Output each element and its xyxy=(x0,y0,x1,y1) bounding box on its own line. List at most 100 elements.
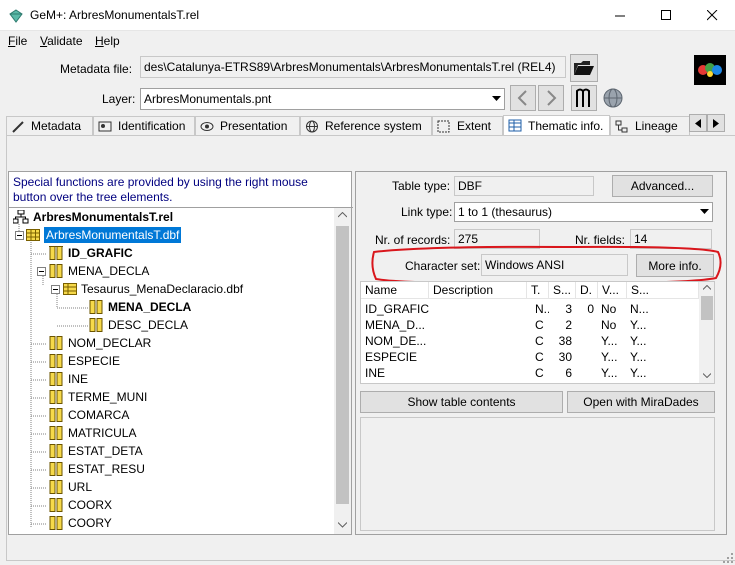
field-icon xyxy=(49,498,63,512)
grid-cell[interactable]: N... xyxy=(630,301,690,317)
tree-field[interactable]: COMARCA xyxy=(49,406,129,424)
grid-cell[interactable]: 0 xyxy=(576,301,594,317)
grid-cell[interactable]: NOM_DE... xyxy=(365,333,429,349)
tab-metadata[interactable]: Metadata xyxy=(6,116,93,135)
grid-cell[interactable] xyxy=(576,365,594,381)
tab-extent[interactable]: Extent xyxy=(432,116,503,135)
tab-scroll-right[interactable] xyxy=(707,114,725,132)
grid-cell[interactable]: Y... xyxy=(630,349,690,365)
grid-cell[interactable] xyxy=(576,333,594,349)
grid-col-decimals[interactable]: D. xyxy=(576,282,598,299)
tree-field[interactable]: NOM_DECLAR xyxy=(49,334,151,352)
globe-grid-icon xyxy=(306,120,318,132)
grid-cell[interactable]: Y... xyxy=(601,333,627,349)
grid-cell[interactable]: 6 xyxy=(549,365,572,381)
show-table-contents-button[interactable]: Show table contents xyxy=(360,391,563,413)
tree-dbf-label: ArbresMonumentalsT.dbf xyxy=(44,227,182,243)
tree-field[interactable]: ESPECIE xyxy=(49,352,120,370)
tab-presentation[interactable]: Presentation xyxy=(195,116,300,135)
advanced-button[interactable]: Advanced... xyxy=(612,175,713,197)
metadata-m-button[interactable] xyxy=(571,85,597,111)
menu-help[interactable]: Help xyxy=(95,34,120,48)
open-file-button[interactable] xyxy=(570,54,598,82)
field-icon xyxy=(49,264,63,278)
lineage-icon xyxy=(615,120,628,132)
tree-thesaurus-node[interactable]: Tesaurus_MenaDeclaracio.dbf xyxy=(51,280,243,298)
next-button[interactable] xyxy=(538,85,564,111)
tab-reference-system[interactable]: Reference system xyxy=(300,116,432,135)
tree-field[interactable]: DESC_DECLA xyxy=(89,316,188,334)
tree-field[interactable]: MENA_DECLA xyxy=(89,298,191,316)
menu-validate[interactable]: Validate xyxy=(40,34,83,48)
tree-field[interactable]: URL xyxy=(49,478,92,496)
grid-cell[interactable] xyxy=(576,317,594,333)
tree-root[interactable]: ArbresMonumentalsT.rel xyxy=(13,208,173,226)
grid-cell[interactable]: Y... xyxy=(601,365,627,381)
grid-cell[interactable]: N.. xyxy=(535,301,549,317)
close-window-button[interactable] xyxy=(689,0,735,31)
tree-hint-text: Special functions are provided by using … xyxy=(13,175,308,204)
grid-cell[interactable]: Y... xyxy=(630,333,690,349)
tab-identification[interactable]: Identification xyxy=(93,116,195,135)
grid-cell[interactable]: C xyxy=(535,365,549,381)
menu-file[interactable]: File xyxy=(8,34,27,48)
grid-cell[interactable]: C xyxy=(535,317,549,333)
tab-scroll-left[interactable] xyxy=(689,114,707,132)
tab-thematic-info[interactable]: Thematic info. xyxy=(503,115,610,135)
grid-cell[interactable]: 3 xyxy=(549,301,572,317)
tree-field[interactable]: ESTAT_DETA xyxy=(49,442,143,460)
grid-col-v[interactable]: V... xyxy=(598,282,627,299)
grid-cell[interactable] xyxy=(431,317,525,333)
grid-cell[interactable]: 38 xyxy=(549,333,572,349)
grid-cell[interactable] xyxy=(431,365,525,381)
grid-cell[interactable]: INE xyxy=(365,365,429,381)
grid-col-type[interactable]: T. xyxy=(527,282,549,299)
tree-field[interactable]: COORY xyxy=(49,514,112,532)
grid-cell[interactable]: ID_GRAFIC xyxy=(365,301,429,317)
tree-field[interactable]: TERME_MUNI xyxy=(49,388,147,406)
grid-cell[interactable]: 2 xyxy=(549,317,572,333)
grid-cell[interactable]: C xyxy=(535,333,549,349)
open-with-miradades-button[interactable]: Open with MiraDades xyxy=(567,391,715,413)
grid-cell[interactable]: Y... xyxy=(630,317,690,333)
grid-col-s[interactable]: S... xyxy=(627,282,699,299)
grid-col-name[interactable]: Name xyxy=(361,282,429,299)
grid-scrollbar[interactable] xyxy=(699,282,714,383)
metadata-file-field[interactable]: des\Catalunya-ETRS89\ArbresMonumentals\A… xyxy=(140,56,566,78)
tree-dbf-node[interactable]: ArbresMonumentalsT.dbf xyxy=(15,226,182,244)
grid-scroll-thumb[interactable] xyxy=(701,296,713,320)
grid-cell[interactable] xyxy=(576,349,594,365)
resize-grip-icon[interactable] xyxy=(722,552,734,564)
grid-cell[interactable] xyxy=(431,333,525,349)
grid-cell[interactable]: Y... xyxy=(601,349,627,365)
scroll-down-icon xyxy=(703,373,711,378)
grid-cell[interactable]: ESPECIE xyxy=(365,349,429,365)
tree-field[interactable]: COORX xyxy=(49,496,112,514)
tree-scroll-thumb[interactable] xyxy=(336,226,349,504)
grid-col-description[interactable]: Description xyxy=(429,282,527,299)
grid-col-size[interactable]: S... xyxy=(549,282,576,299)
grid-cell[interactable]: MENA_D... xyxy=(365,317,429,333)
grid-cell[interactable]: No xyxy=(601,317,627,333)
link-type-select[interactable]: 1 to 1 (thesaurus) xyxy=(454,202,713,222)
field-icon xyxy=(49,516,63,530)
grid-cell[interactable] xyxy=(431,349,525,365)
tree-field[interactable]: ESTAT_RESU xyxy=(49,460,145,478)
globe-button[interactable] xyxy=(600,85,626,111)
grid-cell[interactable]: 30 xyxy=(549,349,572,365)
tree-scrollbar[interactable] xyxy=(334,208,351,534)
tab-lineage[interactable]: Lineage xyxy=(610,116,690,135)
grid-cell[interactable]: No xyxy=(601,301,627,317)
layer-select[interactable]: ArbresMonumentals.pnt xyxy=(140,88,505,110)
field-icon xyxy=(49,480,63,494)
tree-field[interactable]: MATRICULA xyxy=(49,424,136,442)
tree-field[interactable]: ID_GRAFIC xyxy=(49,244,133,262)
minimize-button[interactable] xyxy=(597,0,643,31)
grid-cell[interactable] xyxy=(431,301,525,317)
grid-cell[interactable]: C xyxy=(535,349,549,365)
grid-cell[interactable]: Y... xyxy=(630,365,690,381)
maximize-button[interactable] xyxy=(643,0,689,31)
tree-field[interactable]: INE xyxy=(49,370,88,388)
tree-field-expanded[interactable]: MENA_DECLA xyxy=(37,262,149,280)
previous-button[interactable] xyxy=(510,85,536,111)
